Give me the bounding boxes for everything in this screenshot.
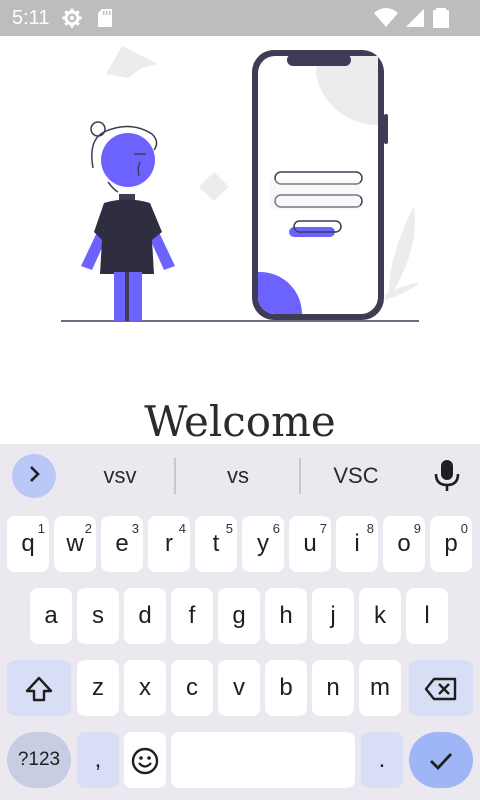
key-hint: 4 <box>178 521 186 536</box>
key-t[interactable]: t5 <box>195 516 237 572</box>
enter-key[interactable] <box>409 732 473 788</box>
key-hint: 5 <box>225 521 233 536</box>
status-time: 5:11 <box>12 7 50 29</box>
key-l[interactable]: l <box>406 588 448 644</box>
key-d[interactable]: d <box>124 588 166 644</box>
microphone-icon[interactable] <box>434 458 460 499</box>
key-c[interactable]: c <box>171 660 213 716</box>
backspace-icon <box>424 674 458 701</box>
key-u[interactable]: u7 <box>289 516 331 572</box>
key-hint: 6 <box>272 521 280 536</box>
suggestion-bar: vsv vs VSC <box>0 444 480 508</box>
status-icons <box>374 6 470 35</box>
shift-icon <box>24 674 54 701</box>
status-bar: 5:11 <box>0 0 480 36</box>
wifi-icon <box>374 8 398 27</box>
emoji-key[interactable] <box>124 732 166 788</box>
key-w[interactable]: w2 <box>54 516 96 572</box>
key-f[interactable]: f <box>171 588 213 644</box>
key-v[interactable]: v <box>218 660 260 716</box>
suggestion-1[interactable]: vsv <box>68 460 172 492</box>
key-y[interactable]: y6 <box>242 516 284 572</box>
key-hint: 3 <box>131 521 139 536</box>
suggestion-2[interactable]: vs <box>186 460 290 492</box>
emoji-icon <box>130 746 160 774</box>
signal-icon <box>406 9 424 27</box>
comma-key[interactable]: , <box>77 732 119 788</box>
key-hint: 1 <box>37 521 45 536</box>
key-a[interactable]: a <box>30 588 72 644</box>
key-n[interactable]: n <box>312 660 354 716</box>
expand-suggestions-button[interactable] <box>12 454 56 498</box>
space-key[interactable] <box>171 732 355 788</box>
key-k[interactable]: k <box>359 588 401 644</box>
suggestion-divider <box>174 458 176 494</box>
key-x[interactable]: x <box>124 660 166 716</box>
key-i[interactable]: i8 <box>336 516 378 572</box>
welcome-illustration <box>0 36 480 366</box>
key-hint: 0 <box>460 521 468 536</box>
key-r[interactable]: r4 <box>148 516 190 572</box>
key-hint: 2 <box>84 521 92 536</box>
key-hint: 8 <box>366 521 374 536</box>
chevron-right-icon <box>24 464 44 489</box>
key-j[interactable]: j <box>312 588 354 644</box>
symbols-key[interactable]: ?123 <box>7 732 71 788</box>
key-hint: 9 <box>413 521 421 536</box>
key-hint: 7 <box>319 521 327 536</box>
key-b[interactable]: b <box>265 660 307 716</box>
settings-icon <box>62 8 82 33</box>
key-g[interactable]: g <box>218 588 260 644</box>
shift-key[interactable] <box>7 660 71 716</box>
key-e[interactable]: e3 <box>101 516 143 572</box>
sd-card-icon <box>97 8 113 33</box>
checkmark-icon <box>426 746 456 773</box>
suggestion-divider <box>299 458 301 494</box>
key-s[interactable]: s <box>77 588 119 644</box>
key-h[interactable]: h <box>265 588 307 644</box>
suggestion-3[interactable]: VSC <box>304 460 408 492</box>
key-p[interactable]: p0 <box>430 516 472 572</box>
battery-icon <box>433 8 449 28</box>
key-z[interactable]: z <box>77 660 119 716</box>
welcome-title: Welcome <box>144 397 336 446</box>
backspace-key[interactable] <box>409 660 473 716</box>
key-o[interactable]: o9 <box>383 516 425 572</box>
on-screen-keyboard: vsv vs VSC q1 w2 e3 r4 t5 y6 u7 i8 o9 p0… <box>0 444 480 800</box>
key-q[interactable]: q1 <box>7 516 49 572</box>
key-m[interactable]: m <box>359 660 401 716</box>
period-key[interactable]: . <box>361 732 403 788</box>
